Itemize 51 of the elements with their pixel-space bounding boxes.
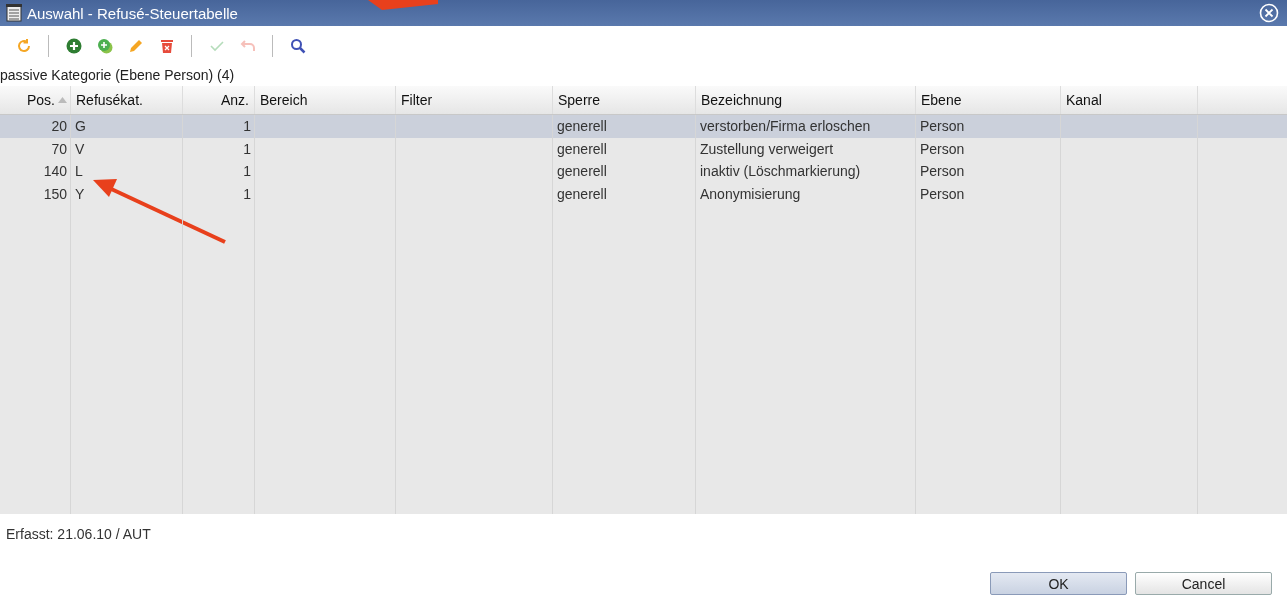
table-cell: 1 [243,185,251,202]
column-header[interactable]: Bereich [255,86,396,114]
cancel-button[interactable]: Cancel [1135,572,1272,595]
table-cell: 1 [243,118,251,135]
table-cell: generell [557,118,607,135]
table-cell: 1 [243,163,251,180]
column-header[interactable]: Filter [396,86,553,114]
search-icon[interactable] [289,38,306,54]
table-cell: Zustellung verweigert [700,140,834,157]
table-row[interactable]: 150 Y 1 generell Anonymisierung Person [0,182,1287,205]
window-icon [6,4,22,22]
ok-button[interactable]: OK [990,572,1127,595]
table-cell: Person [920,118,965,135]
table-cell: generell [557,140,607,157]
refresh-icon[interactable] [15,38,32,54]
table-cell: verstorben/Firma erloschen [700,118,871,135]
table-row[interactable]: 70 V 1 generell Zustellung verweigert Person [0,137,1287,160]
table-cell: 1 [243,140,251,157]
table-caption: passive Kategorie (Ebene Person) (4) [0,66,236,85]
table-cell: Person [920,163,965,180]
table-cell: 140 [43,163,67,180]
table-cell: 20 [51,118,67,135]
pencil-icon[interactable] [127,38,144,54]
column-header[interactable]: Pos. [0,86,71,114]
trash-icon[interactable] [158,38,175,54]
table-cell: Y [75,185,85,202]
table-row[interactable]: 20 G 1 generell verstorben/Firma erloschen Person [0,115,1287,138]
table-cell: 150 [43,185,67,202]
column-header[interactable]: Bezeichnung [696,86,916,114]
column-header[interactable]: Kanal [1061,86,1198,114]
plus-circle-icon[interactable] [65,38,82,54]
table-cell: Person [920,185,965,202]
table-cell: G [75,118,86,135]
table-cell: generell [557,185,607,202]
column-header[interactable]: Ebene [916,86,1061,114]
column-header[interactable]: Anz. [183,86,255,114]
table-row[interactable]: 140 L 1 generell inaktiv (Löschmarkierung) Person [0,160,1287,183]
plus-circles-icon[interactable] [96,38,113,54]
arrow-annotation [368,0,438,12]
table-cell: generell [557,163,607,180]
column-header[interactable]: Refusékat. [71,86,183,114]
table-cell: L [75,163,83,180]
table-cell: 70 [51,140,67,157]
table-cell: inaktiv (Löschmarkierung) [700,163,861,180]
column-header[interactable]: Sperre [553,86,696,114]
window-title: Auswahl - Refusé-Steuertabelle [27,4,238,22]
close-icon[interactable] [1259,3,1279,23]
table-cell: V [75,140,85,157]
record-info: Erfasst: 21.06.10 / AUT [5,525,152,544]
table-cell: Anonymisierung [700,185,801,202]
table-cell: Person [920,140,965,157]
